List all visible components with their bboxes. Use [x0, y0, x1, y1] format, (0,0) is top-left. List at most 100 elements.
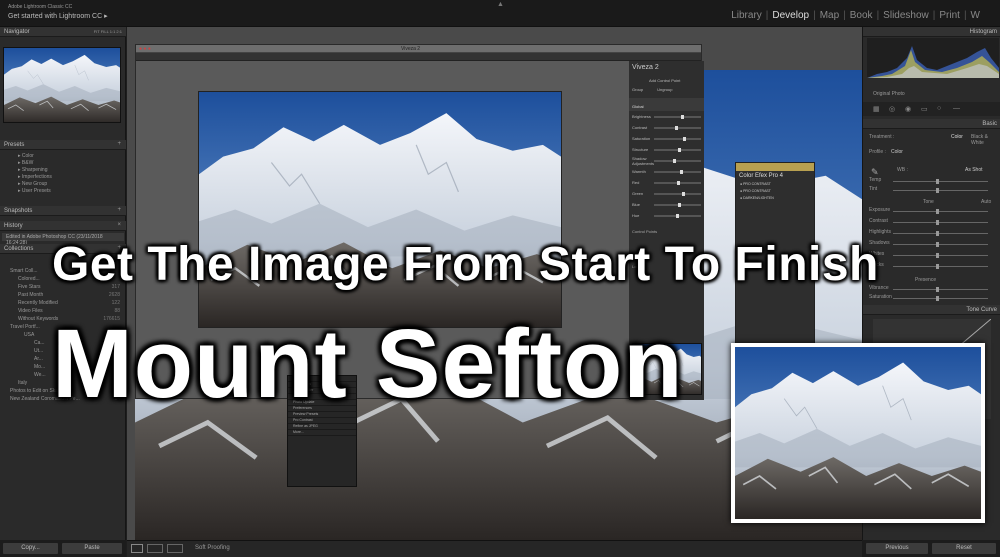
history-header[interactable]: History ×	[0, 221, 126, 231]
develop-slider[interactable]	[893, 287, 988, 292]
viveza-slider-row[interactable]: Red	[629, 177, 704, 188]
viveza-slider-knob[interactable]	[681, 114, 685, 119]
viveza-slider-row[interactable]: Shadow Adjustments	[629, 155, 704, 166]
viveza-slider-knob[interactable]	[676, 180, 680, 185]
viveza-slider-track[interactable]	[654, 202, 701, 207]
viveza-slider-row[interactable]: Green	[629, 188, 704, 199]
color-efex-filter[interactable]: ● PRO CONTRAST	[736, 188, 814, 195]
develop-slider[interactable]	[893, 188, 988, 193]
viveza-slider-knob[interactable]	[679, 169, 683, 174]
preset-folder[interactable]: ▸ B&W	[0, 159, 126, 166]
module-slideshow[interactable]: Slideshow	[879, 10, 933, 21]
develop-slider-knob[interactable]	[935, 231, 939, 236]
previous-button[interactable]: Previous	[866, 543, 928, 554]
develop-slider[interactable]	[893, 231, 988, 236]
viveza-slider-track[interactable]	[654, 147, 701, 152]
add-control-point-button[interactable]: Add Control Point	[629, 74, 704, 85]
viveza-slider-track[interactable]	[654, 114, 701, 119]
viveza-slider-track[interactable]	[654, 136, 701, 141]
collection-item[interactable]: Recently Modified 122	[0, 299, 126, 307]
snapshots-header[interactable]: Snapshots +	[0, 206, 126, 216]
viveza-slider-knob[interactable]	[677, 147, 681, 152]
zoom-options[interactable]: FIT FILL 1:1 2:1	[94, 29, 122, 34]
viveza-title-bar[interactable]: ● ● ● Viveza 2	[136, 45, 701, 53]
viveza-slider-track[interactable]	[654, 169, 701, 174]
graduated-filter-icon[interactable]: ▭	[921, 105, 928, 113]
window-controls-icon[interactable]: ● ● ●	[139, 46, 151, 52]
color-efex-filter[interactable]: ● DARKEN/LIGHTEN	[736, 195, 814, 202]
develop-slider-knob[interactable]	[935, 253, 939, 258]
add-preset-icon[interactable]: +	[117, 141, 121, 147]
color-efex-title-bar[interactable]	[736, 163, 814, 171]
reset-button[interactable]: Reset	[932, 543, 996, 554]
module-map[interactable]: Map	[816, 10, 843, 21]
radial-filter-icon[interactable]: ○	[937, 105, 941, 112]
viveza-slider-knob[interactable]	[683, 136, 687, 141]
module-book[interactable]: Book	[846, 10, 877, 21]
develop-slider-knob[interactable]	[935, 242, 939, 247]
treatment-color-option[interactable]: Color	[951, 134, 963, 140]
get-started-link[interactable]: Get started with Lightroom CC ▸	[8, 12, 108, 20]
develop-slider[interactable]	[893, 253, 988, 258]
tone-curve-header[interactable]: Tone Curve	[863, 305, 1000, 315]
navigator-preview[interactable]	[3, 47, 121, 123]
viveza-slider-knob[interactable]	[675, 213, 679, 218]
viveza-slider-knob[interactable]	[682, 191, 686, 196]
add-snapshot-icon[interactable]: +	[117, 207, 121, 213]
module-w[interactable]: W	[967, 10, 984, 21]
viveza-slider-knob[interactable]	[672, 158, 676, 163]
presets-header[interactable]: Presets +	[0, 140, 126, 150]
develop-slider-knob[interactable]	[935, 287, 939, 292]
viveza-slider-knob[interactable]	[678, 202, 682, 207]
viveza-slider-row[interactable]: Warmth	[629, 166, 704, 177]
tone-auto-button[interactable]: Auto	[981, 199, 991, 205]
before-after-icon[interactable]	[147, 544, 163, 553]
clear-history-icon[interactable]: ×	[117, 222, 121, 228]
develop-slider[interactable]	[893, 242, 988, 247]
develop-slider-knob[interactable]	[935, 264, 939, 269]
before-after-split-icon[interactable]	[167, 544, 183, 553]
module-print[interactable]: Print	[935, 10, 964, 21]
develop-slider-knob[interactable]	[935, 188, 939, 193]
viveza-slider-row[interactable]: Contrast	[629, 122, 704, 133]
navigator-header[interactable]: Navigator FIT FILL 1:1 2:1	[0, 27, 126, 37]
soft-proofing-toggle[interactable]: Soft Proofing	[195, 545, 230, 551]
brush-icon[interactable]: —	[953, 105, 960, 112]
crop-tool-icon[interactable]: ▦	[873, 105, 880, 113]
red-eye-icon[interactable]: ◉	[905, 105, 911, 113]
basic-header[interactable]: Basic	[863, 119, 1000, 129]
histogram-header[interactable]: Histogram	[863, 27, 1000, 37]
viveza-slider-track[interactable]	[654, 125, 701, 130]
preset-folder[interactable]: ▸ New Group	[0, 180, 126, 187]
viveza-slider-track[interactable]	[654, 158, 701, 163]
develop-slider-knob[interactable]	[935, 220, 939, 225]
develop-slider[interactable]	[893, 209, 988, 214]
preset-folder[interactable]: ▸ User Presets	[0, 187, 126, 194]
color-efex-filter[interactable]: ● PRO CONTRAST	[736, 181, 814, 188]
viveza-slider-row[interactable]: Saturation	[629, 133, 704, 144]
loupe-view-icon[interactable]	[131, 544, 143, 553]
develop-slider[interactable]	[893, 264, 988, 269]
wb-select[interactable]: As Shot	[965, 167, 983, 173]
viveza-slider-row[interactable]: Structure	[629, 144, 704, 155]
develop-slider-knob[interactable]	[935, 209, 939, 214]
module-library[interactable]: Library	[727, 10, 766, 21]
develop-slider-knob[interactable]	[935, 296, 939, 301]
preset-folder[interactable]: ▸ Sharpening	[0, 166, 126, 173]
module-develop[interactable]: Develop	[768, 10, 813, 21]
develop-slider[interactable]	[893, 179, 988, 184]
copy-button[interactable]: Copy...	[3, 543, 58, 554]
viveza-slider-row[interactable]: Hue	[629, 210, 704, 221]
develop-slider[interactable]	[893, 220, 988, 225]
viveza-slider-row[interactable]: Brightness	[629, 111, 704, 122]
viveza-preview-photo[interactable]	[198, 91, 562, 328]
develop-slider-knob[interactable]	[935, 179, 939, 184]
treatment-bw-option[interactable]: Black & White	[971, 134, 1000, 146]
viveza-slider-track[interactable]	[654, 180, 701, 185]
collapse-top-caret-icon[interactable]: ▲	[497, 1, 504, 8]
selective-tool-item[interactable]: More...	[288, 430, 356, 436]
viveza-slider-track[interactable]	[654, 191, 701, 196]
paste-button[interactable]: Paste	[62, 543, 122, 554]
viveza-slider-row[interactable]: Blue	[629, 199, 704, 210]
group-button[interactable]: Group	[632, 87, 643, 92]
